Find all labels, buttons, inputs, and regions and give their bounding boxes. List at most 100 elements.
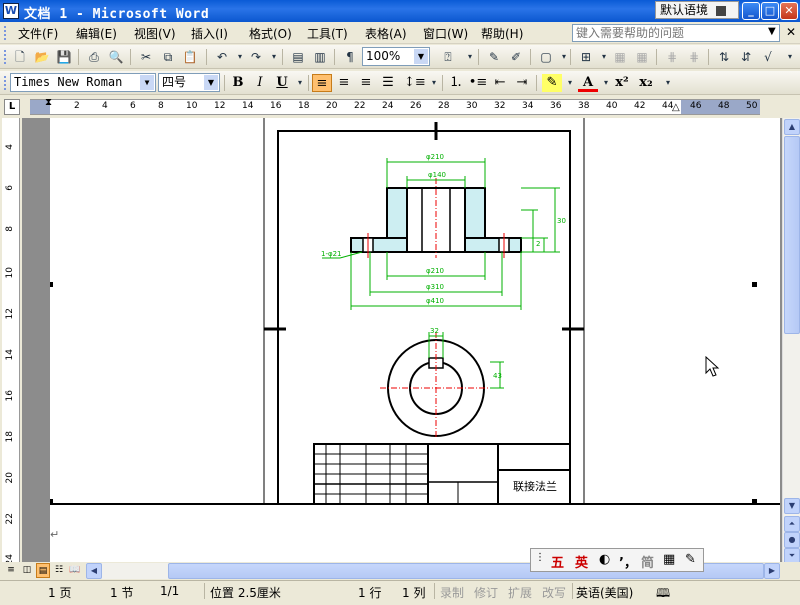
ime-grip-icon[interactable]: ⋮ <box>535 552 545 563</box>
menu-table[interactable]: 表格(A) <box>365 25 407 42</box>
insert-table-dropdown-icon[interactable]: ▾ <box>596 49 612 65</box>
tab-selector[interactable]: L <box>4 99 20 115</box>
page[interactable]: φ210 φ140 φ210 φ310 φ410 1-φ21 30 2 32 4… <box>48 118 780 562</box>
subscript-button[interactable]: x₂ <box>636 74 656 92</box>
formula-icon[interactable]: √ <box>760 49 776 65</box>
ime-softkeyboard-button[interactable]: ▦ <box>663 552 675 567</box>
menu-view[interactable]: 视图(V) <box>134 25 176 42</box>
ime-english-button[interactable]: 英 <box>575 552 588 571</box>
outline-view-icon[interactable]: ☷ <box>52 563 66 578</box>
ime-simplified-button[interactable]: 简 <box>641 552 654 571</box>
justify-button[interactable]: ☰ <box>378 74 398 92</box>
menu-insert[interactable]: 插入(I) <box>191 25 228 42</box>
copy-icon[interactable]: ⧉ <box>160 49 176 65</box>
previous-page-icon[interactable]: ⏶ <box>784 516 800 532</box>
toolbar-options-icon[interactable]: ▾ <box>462 49 478 65</box>
ime-toolbar[interactable]: ⋮ 五 英 ◐ ’， 简 ▦ ✎ <box>530 548 704 572</box>
sort-ascending-icon[interactable]: ⇅ <box>716 49 732 65</box>
align-center-button[interactable]: ≡ <box>334 74 354 92</box>
horizontal-ruler[interactable]: 2 4 6 8 10 12 14 16 18 20 22 24 26 28 30 32 34 36 38 40 42 44… <box>30 97 760 115</box>
highlight-button[interactable]: ✎ <box>542 74 562 92</box>
word-app-icon[interactable]: W <box>3 3 19 19</box>
font-color-button[interactable]: A <box>578 74 598 92</box>
tables-borders-icon[interactable]: ▤ <box>290 49 306 65</box>
menu-format[interactable]: 格式(O) <box>249 25 292 42</box>
help-assistant-icon[interactable]: ⍰ <box>440 49 456 65</box>
distribute-rows-icon[interactable]: ⋕ <box>664 49 680 65</box>
minimize-button[interactable]: _ <box>742 2 760 20</box>
spelling-status-icon[interactable]: 🕮 <box>656 584 670 605</box>
paste-icon[interactable]: 📋 <box>182 49 198 65</box>
language-indicator[interactable]: 默认语境 <box>655 1 739 19</box>
document-close-button[interactable]: ✕ <box>786 25 796 39</box>
numbering-button[interactable]: ⒈ <box>446 74 466 92</box>
bold-button[interactable]: B <box>228 74 248 92</box>
drawing-canvas[interactable]: φ210 φ140 φ210 φ310 φ410 1-φ21 30 2 32 4… <box>48 118 780 562</box>
show-hide-icon[interactable]: ¶ <box>342 49 358 65</box>
superscript-button[interactable]: x² <box>612 74 632 92</box>
print-icon[interactable]: ⎙ <box>86 49 102 65</box>
redo-dropdown-icon[interactable]: ▾ <box>266 49 282 65</box>
underline-button[interactable]: U <box>272 74 292 92</box>
chevron-down-icon[interactable]: ▼ <box>414 49 428 64</box>
scroll-down-icon[interactable]: ▼ <box>784 498 800 514</box>
edit-icon[interactable]: ✎ <box>486 49 502 65</box>
scroll-right-icon[interactable]: ▶ <box>764 563 780 579</box>
menu-tools[interactable]: 工具(T) <box>307 25 348 42</box>
toolbar-grip[interactable] <box>4 50 7 64</box>
zoom-combo[interactable]: 100% ▼ <box>362 47 430 66</box>
indent-marker-icon[interactable]: ⧗ <box>45 97 52 108</box>
vertical-ruler[interactable]: 4 6 8 10 12 14 16 18 20 22 24 <box>2 118 20 565</box>
border-icon[interactable]: ▢ <box>538 49 554 65</box>
chevron-down-icon[interactable]: ▼ <box>140 75 154 90</box>
vertical-scroll-thumb[interactable] <box>784 136 800 334</box>
menu-file[interactable]: 文件(F) <box>18 25 58 42</box>
new-document-icon[interactable]: 🗋 <box>12 49 28 65</box>
print-layout-icon[interactable]: ▤ <box>36 563 50 578</box>
status-record[interactable]: 录制 <box>440 584 464 601</box>
status-extend[interactable]: 扩展 <box>508 584 532 601</box>
reading-layout-icon[interactable]: 📖 <box>68 563 82 578</box>
redo-icon[interactable]: ↷ <box>248 49 264 65</box>
reviewing-icon[interactable]: ✐ <box>508 49 524 65</box>
merge-cells-icon[interactable]: ▦ <box>612 49 628 65</box>
decrease-indent-button[interactable]: ⇤ <box>490 74 510 92</box>
bullets-button[interactable]: •≡ <box>468 74 488 92</box>
toolbar-options-icon[interactable]: ▾ <box>660 75 676 91</box>
menu-help[interactable]: 帮助(H) <box>481 25 523 42</box>
normal-view-icon[interactable]: ≡ <box>4 563 18 578</box>
line-spacing-dropdown-icon[interactable]: ▾ <box>426 75 442 91</box>
right-indent-marker-icon[interactable]: △ <box>672 102 680 113</box>
print-preview-icon[interactable]: 🔍 <box>108 49 124 65</box>
menu-grip[interactable] <box>4 26 7 40</box>
highlight-dropdown-icon[interactable]: ▾ <box>562 75 578 91</box>
ime-punctuation-button[interactable]: ’， <box>619 552 637 571</box>
columns-icon[interactable]: ▥ <box>312 49 328 65</box>
ime-wubi-button[interactable]: 五 <box>551 552 564 571</box>
align-left-button[interactable]: ≡ <box>312 74 332 92</box>
insert-table-icon[interactable]: ⊞ <box>578 49 594 65</box>
underline-dropdown-icon[interactable]: ▾ <box>292 75 308 91</box>
web-layout-icon[interactable]: ◫ <box>20 563 34 578</box>
help-search-dropdown-icon[interactable]: ▼ <box>768 26 776 37</box>
ime-halfwidth-button[interactable]: ◐ <box>599 552 610 567</box>
distribute-columns-icon[interactable]: ⋕ <box>686 49 702 65</box>
help-search-input[interactable]: 键入需要帮助的问题 <box>572 24 780 42</box>
vertical-scrollbar[interactable]: ▲ ▼ ⏶ ● ⏷ <box>782 118 800 564</box>
document-area[interactable]: φ210 φ140 φ210 φ310 φ410 1-φ21 30 2 32 4… <box>22 118 782 562</box>
status-overtype[interactable]: 改写 <box>542 584 566 601</box>
undo-dropdown-icon[interactable]: ▾ <box>232 49 248 65</box>
line-spacing-button[interactable]: ↕≡ <box>404 74 426 92</box>
scroll-up-icon[interactable]: ▲ <box>784 119 800 135</box>
open-folder-icon[interactable]: 📂 <box>34 49 50 65</box>
toolbar-options-icon[interactable]: ▾ <box>782 49 798 65</box>
ime-menu-icon[interactable]: ✎ <box>685 552 696 567</box>
menu-edit[interactable]: 编辑(E) <box>76 25 117 42</box>
close-button[interactable]: ✕ <box>780 2 798 20</box>
increase-indent-button[interactable]: ⇥ <box>512 74 532 92</box>
align-right-button[interactable]: ≡ <box>356 74 376 92</box>
menu-window[interactable]: 窗口(W) <box>423 25 468 42</box>
status-track-changes[interactable]: 修订 <box>474 584 498 601</box>
font-size-combo[interactable]: 四号 ▼ <box>158 73 220 92</box>
chevron-down-icon[interactable]: ▼ <box>204 75 218 90</box>
